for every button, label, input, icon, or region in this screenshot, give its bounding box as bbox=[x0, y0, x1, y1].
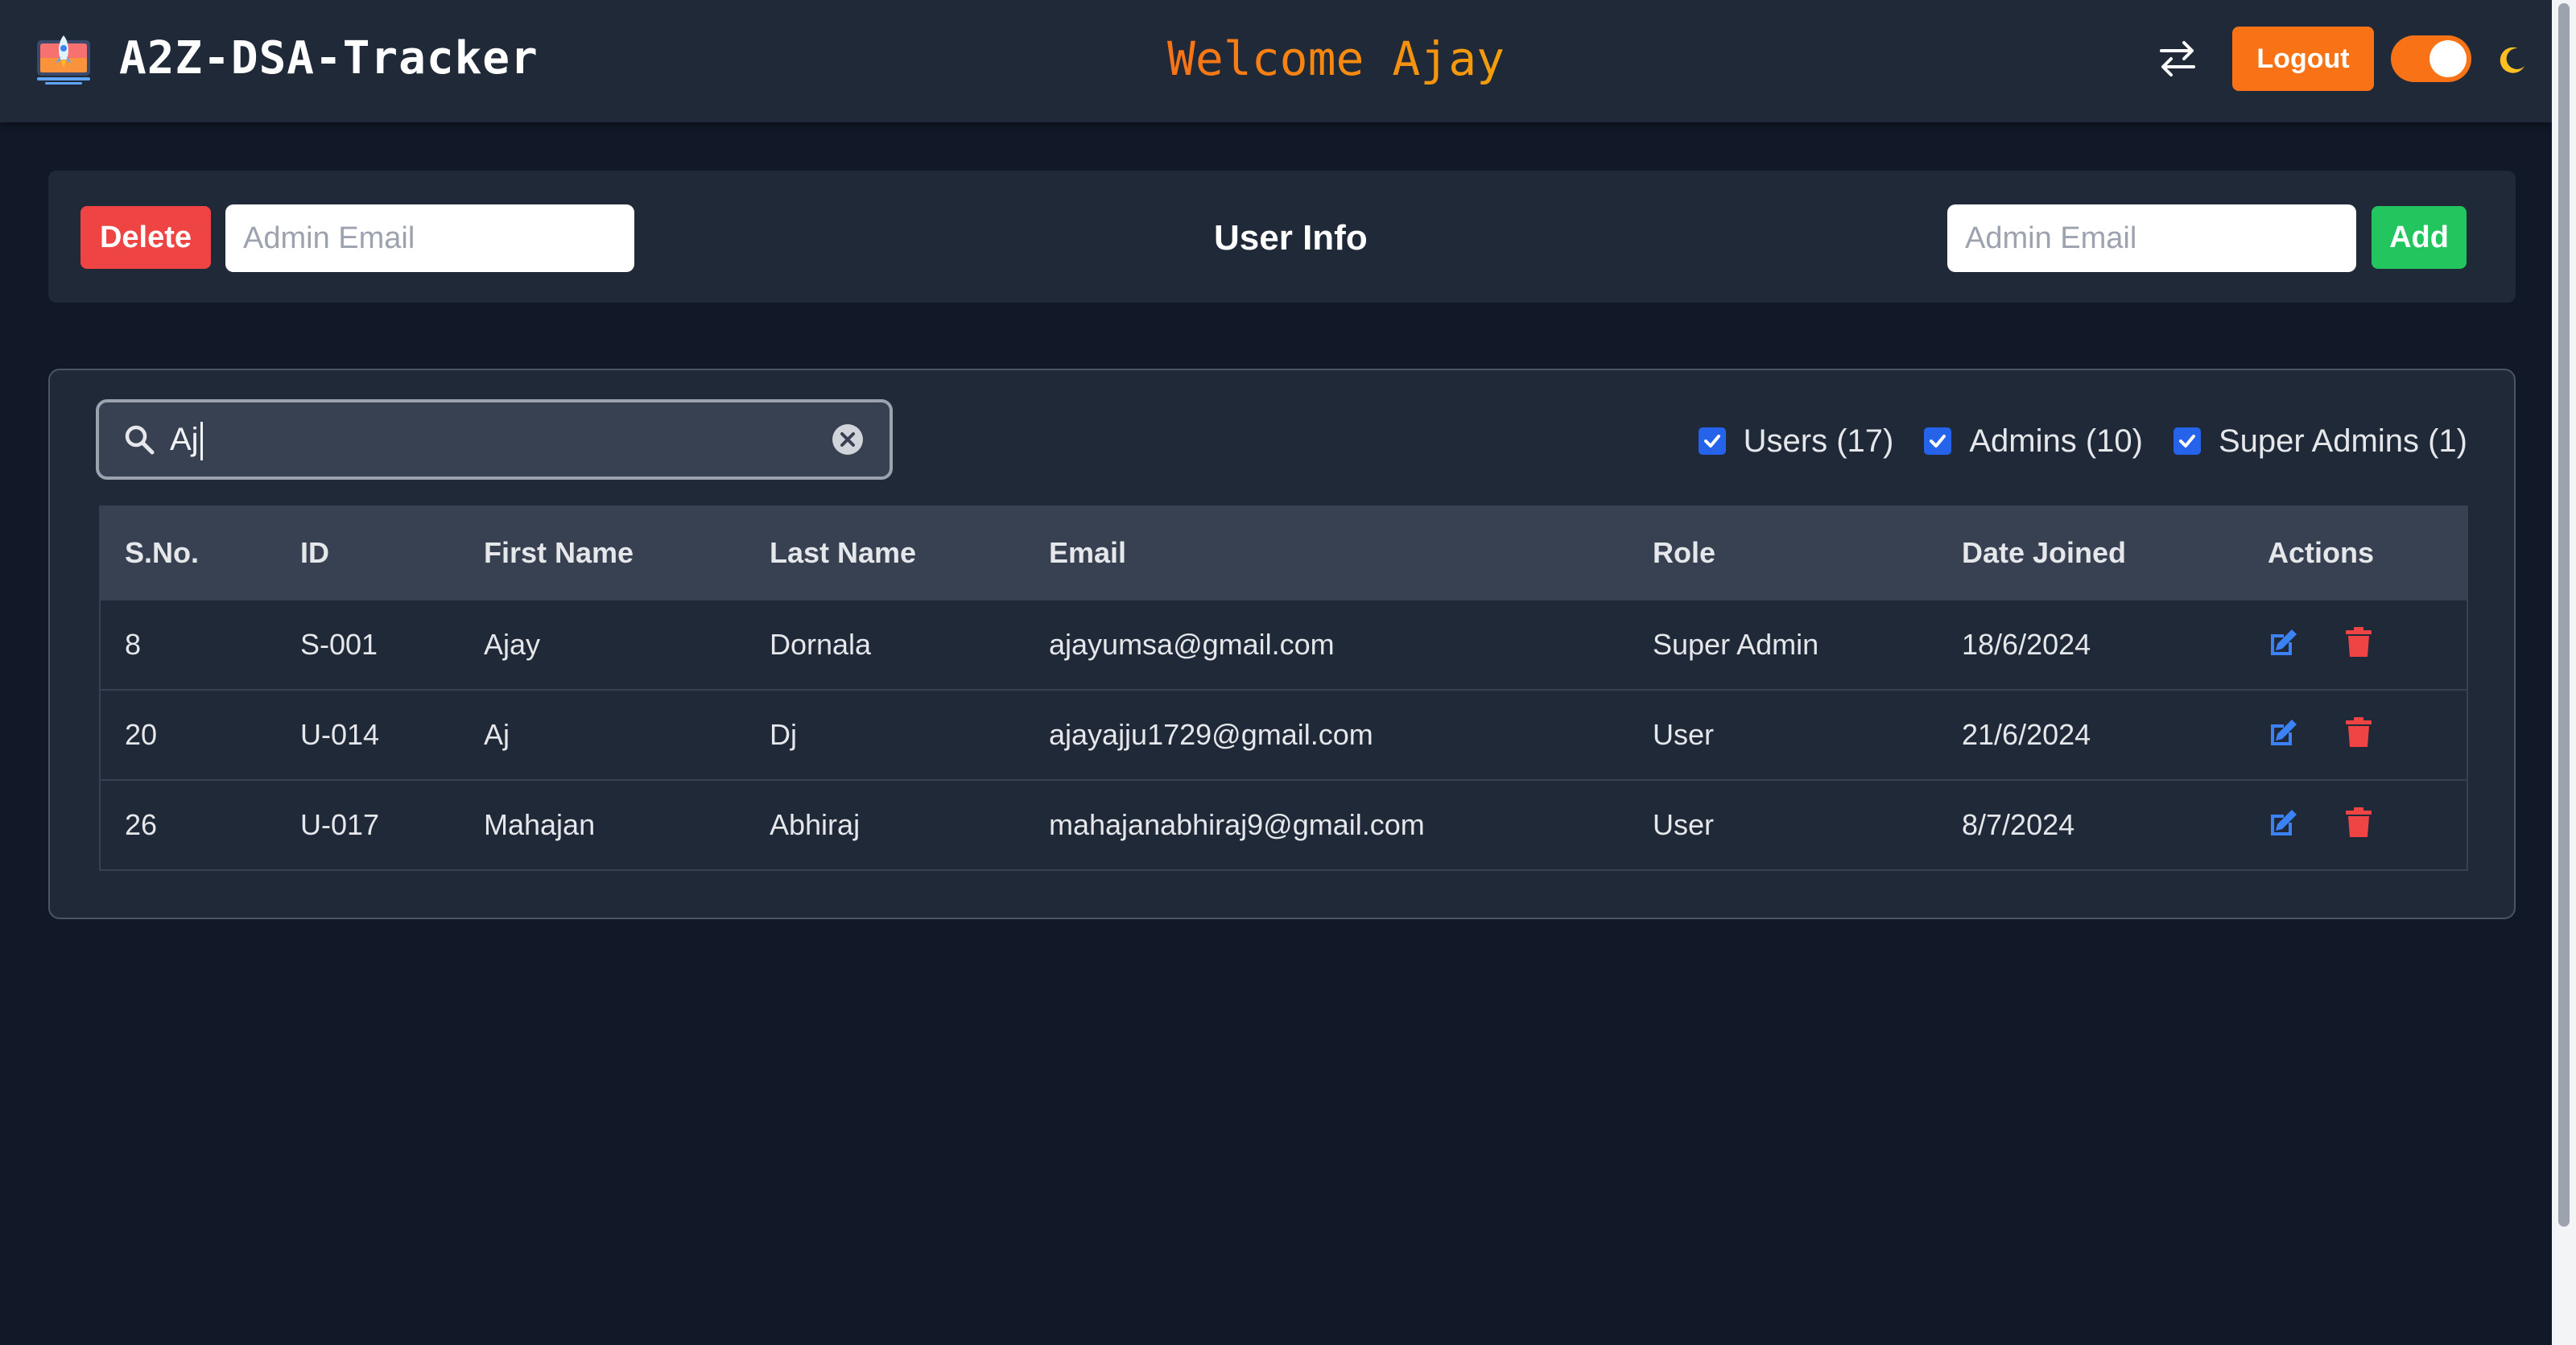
trash-icon[interactable] bbox=[2345, 716, 2372, 749]
cell-role: User bbox=[1653, 718, 1715, 751]
clear-search-icon[interactable] bbox=[830, 422, 865, 457]
cell-first-name: Mahajan bbox=[484, 808, 596, 841]
table-row: 26 U-017 Mahajan Abhiraj mahajanabhiraj9… bbox=[101, 779, 2467, 869]
check-icon bbox=[2178, 435, 2195, 448]
trash-icon[interactable] bbox=[2345, 626, 2372, 658]
table-row: 20 U-014 Aj Dj ajayajju1729@gmail.com Us… bbox=[101, 689, 2467, 779]
users-table: S.No. ID First Name Last Name Email Role… bbox=[99, 505, 2468, 871]
swap-arrows-icon bbox=[2160, 41, 2195, 76]
filter-users[interactable]: Users (17) bbox=[1698, 423, 1894, 460]
moon-icon bbox=[2500, 47, 2524, 73]
cell-date-joined: 18/6/2024 bbox=[1962, 628, 2091, 661]
text-caret bbox=[200, 422, 203, 461]
cell-date-joined: 21/6/2024 bbox=[1962, 718, 2091, 751]
table-row: 8 S-001 Ajay Dornala ajayumsa@gmail.com … bbox=[101, 599, 2467, 689]
top-navbar: A2Z-DSA-Tracker Welcome Ajay Logout bbox=[0, 0, 2552, 122]
role-filters: Users (17) Admins (10) Super Admins (1) bbox=[1698, 417, 2467, 465]
cell-last-name: Dj bbox=[770, 718, 797, 751]
welcome-message: Welcome Ajay bbox=[1167, 29, 1505, 89]
add-admin-button[interactable]: Add bbox=[2372, 206, 2467, 269]
header-date-joined[interactable]: Date Joined bbox=[1962, 536, 2126, 570]
add-admin-email-input[interactable] bbox=[1947, 204, 2356, 272]
cell-date-joined: 8/7/2024 bbox=[1962, 808, 2075, 841]
cell-sno: 20 bbox=[125, 718, 158, 751]
search-value[interactable]: Aj bbox=[170, 402, 203, 477]
header-email[interactable]: Email bbox=[1049, 536, 1126, 570]
filter-label: Admins (10) bbox=[1969, 423, 2143, 459]
users-panel: Aj Users (17) Admins (10) Super Admins (… bbox=[48, 369, 2516, 919]
edit-icon[interactable] bbox=[2268, 808, 2298, 839]
trash-icon[interactable] bbox=[2345, 807, 2372, 839]
check-icon bbox=[1930, 435, 1946, 448]
users-checkbox[interactable] bbox=[1698, 427, 1726, 455]
scrollbar-thumb[interactable] bbox=[2558, 3, 2570, 1227]
admin-management-bar: Delete User Info Add bbox=[48, 171, 2516, 303]
header-last-name[interactable]: Last Name bbox=[770, 536, 916, 570]
app-title[interactable]: A2Z-DSA-Tracker bbox=[119, 29, 539, 89]
delete-admin-button[interactable]: Delete bbox=[80, 206, 211, 269]
page-scrollbar[interactable] bbox=[2552, 0, 2576, 1345]
cell-first-name: Aj bbox=[484, 718, 510, 751]
cell-role: User bbox=[1653, 808, 1715, 841]
header-first-name[interactable]: First Name bbox=[484, 536, 634, 570]
theme-toggle[interactable] bbox=[2391, 35, 2471, 82]
header-actions: Actions bbox=[2268, 536, 2375, 569]
edit-icon[interactable] bbox=[2268, 718, 2298, 749]
cell-first-name: Ajay bbox=[484, 628, 541, 661]
super-admins-checkbox[interactable] bbox=[2173, 427, 2201, 455]
admins-checkbox[interactable] bbox=[1924, 427, 1952, 455]
switch-view-button[interactable] bbox=[2149, 31, 2206, 87]
delete-admin-email-input[interactable] bbox=[225, 204, 634, 272]
cell-sno: 26 bbox=[125, 808, 158, 841]
filter-admins[interactable]: Admins (10) bbox=[1924, 423, 2143, 460]
cell-last-name: Abhiraj bbox=[770, 808, 861, 841]
check-icon bbox=[1703, 435, 1720, 448]
header-sno[interactable]: S.No. bbox=[125, 536, 199, 570]
edit-icon[interactable] bbox=[2268, 628, 2298, 658]
table-header-row: S.No. ID First Name Last Name Email Role… bbox=[101, 507, 2467, 599]
header-id[interactable]: ID bbox=[300, 536, 329, 570]
section-title: User Info bbox=[1214, 218, 1368, 258]
filter-super-admins[interactable]: Super Admins (1) bbox=[2173, 423, 2467, 460]
header-role[interactable]: Role bbox=[1653, 536, 1715, 570]
cell-email: ajayajju1729@gmail.com bbox=[1049, 718, 1373, 751]
filter-label: Users (17) bbox=[1743, 423, 1894, 459]
cell-email: mahajanabhiraj9@gmail.com bbox=[1049, 808, 1425, 841]
cell-id: U-017 bbox=[300, 808, 380, 841]
rocket-logo-icon[interactable] bbox=[34, 29, 93, 89]
search-input[interactable]: Aj bbox=[96, 399, 893, 480]
toggle-knob bbox=[2429, 40, 2467, 77]
search-icon bbox=[125, 425, 155, 455]
cell-sno: 8 bbox=[125, 628, 142, 661]
cell-role: Super Admin bbox=[1653, 628, 1819, 661]
filter-label: Super Admins (1) bbox=[2218, 423, 2467, 459]
logout-button[interactable]: Logout bbox=[2232, 27, 2374, 91]
cell-email: ajayumsa@gmail.com bbox=[1049, 628, 1335, 661]
cell-id: U-014 bbox=[300, 718, 380, 751]
cell-id: S-001 bbox=[300, 628, 378, 661]
cell-last-name: Dornala bbox=[770, 628, 872, 661]
